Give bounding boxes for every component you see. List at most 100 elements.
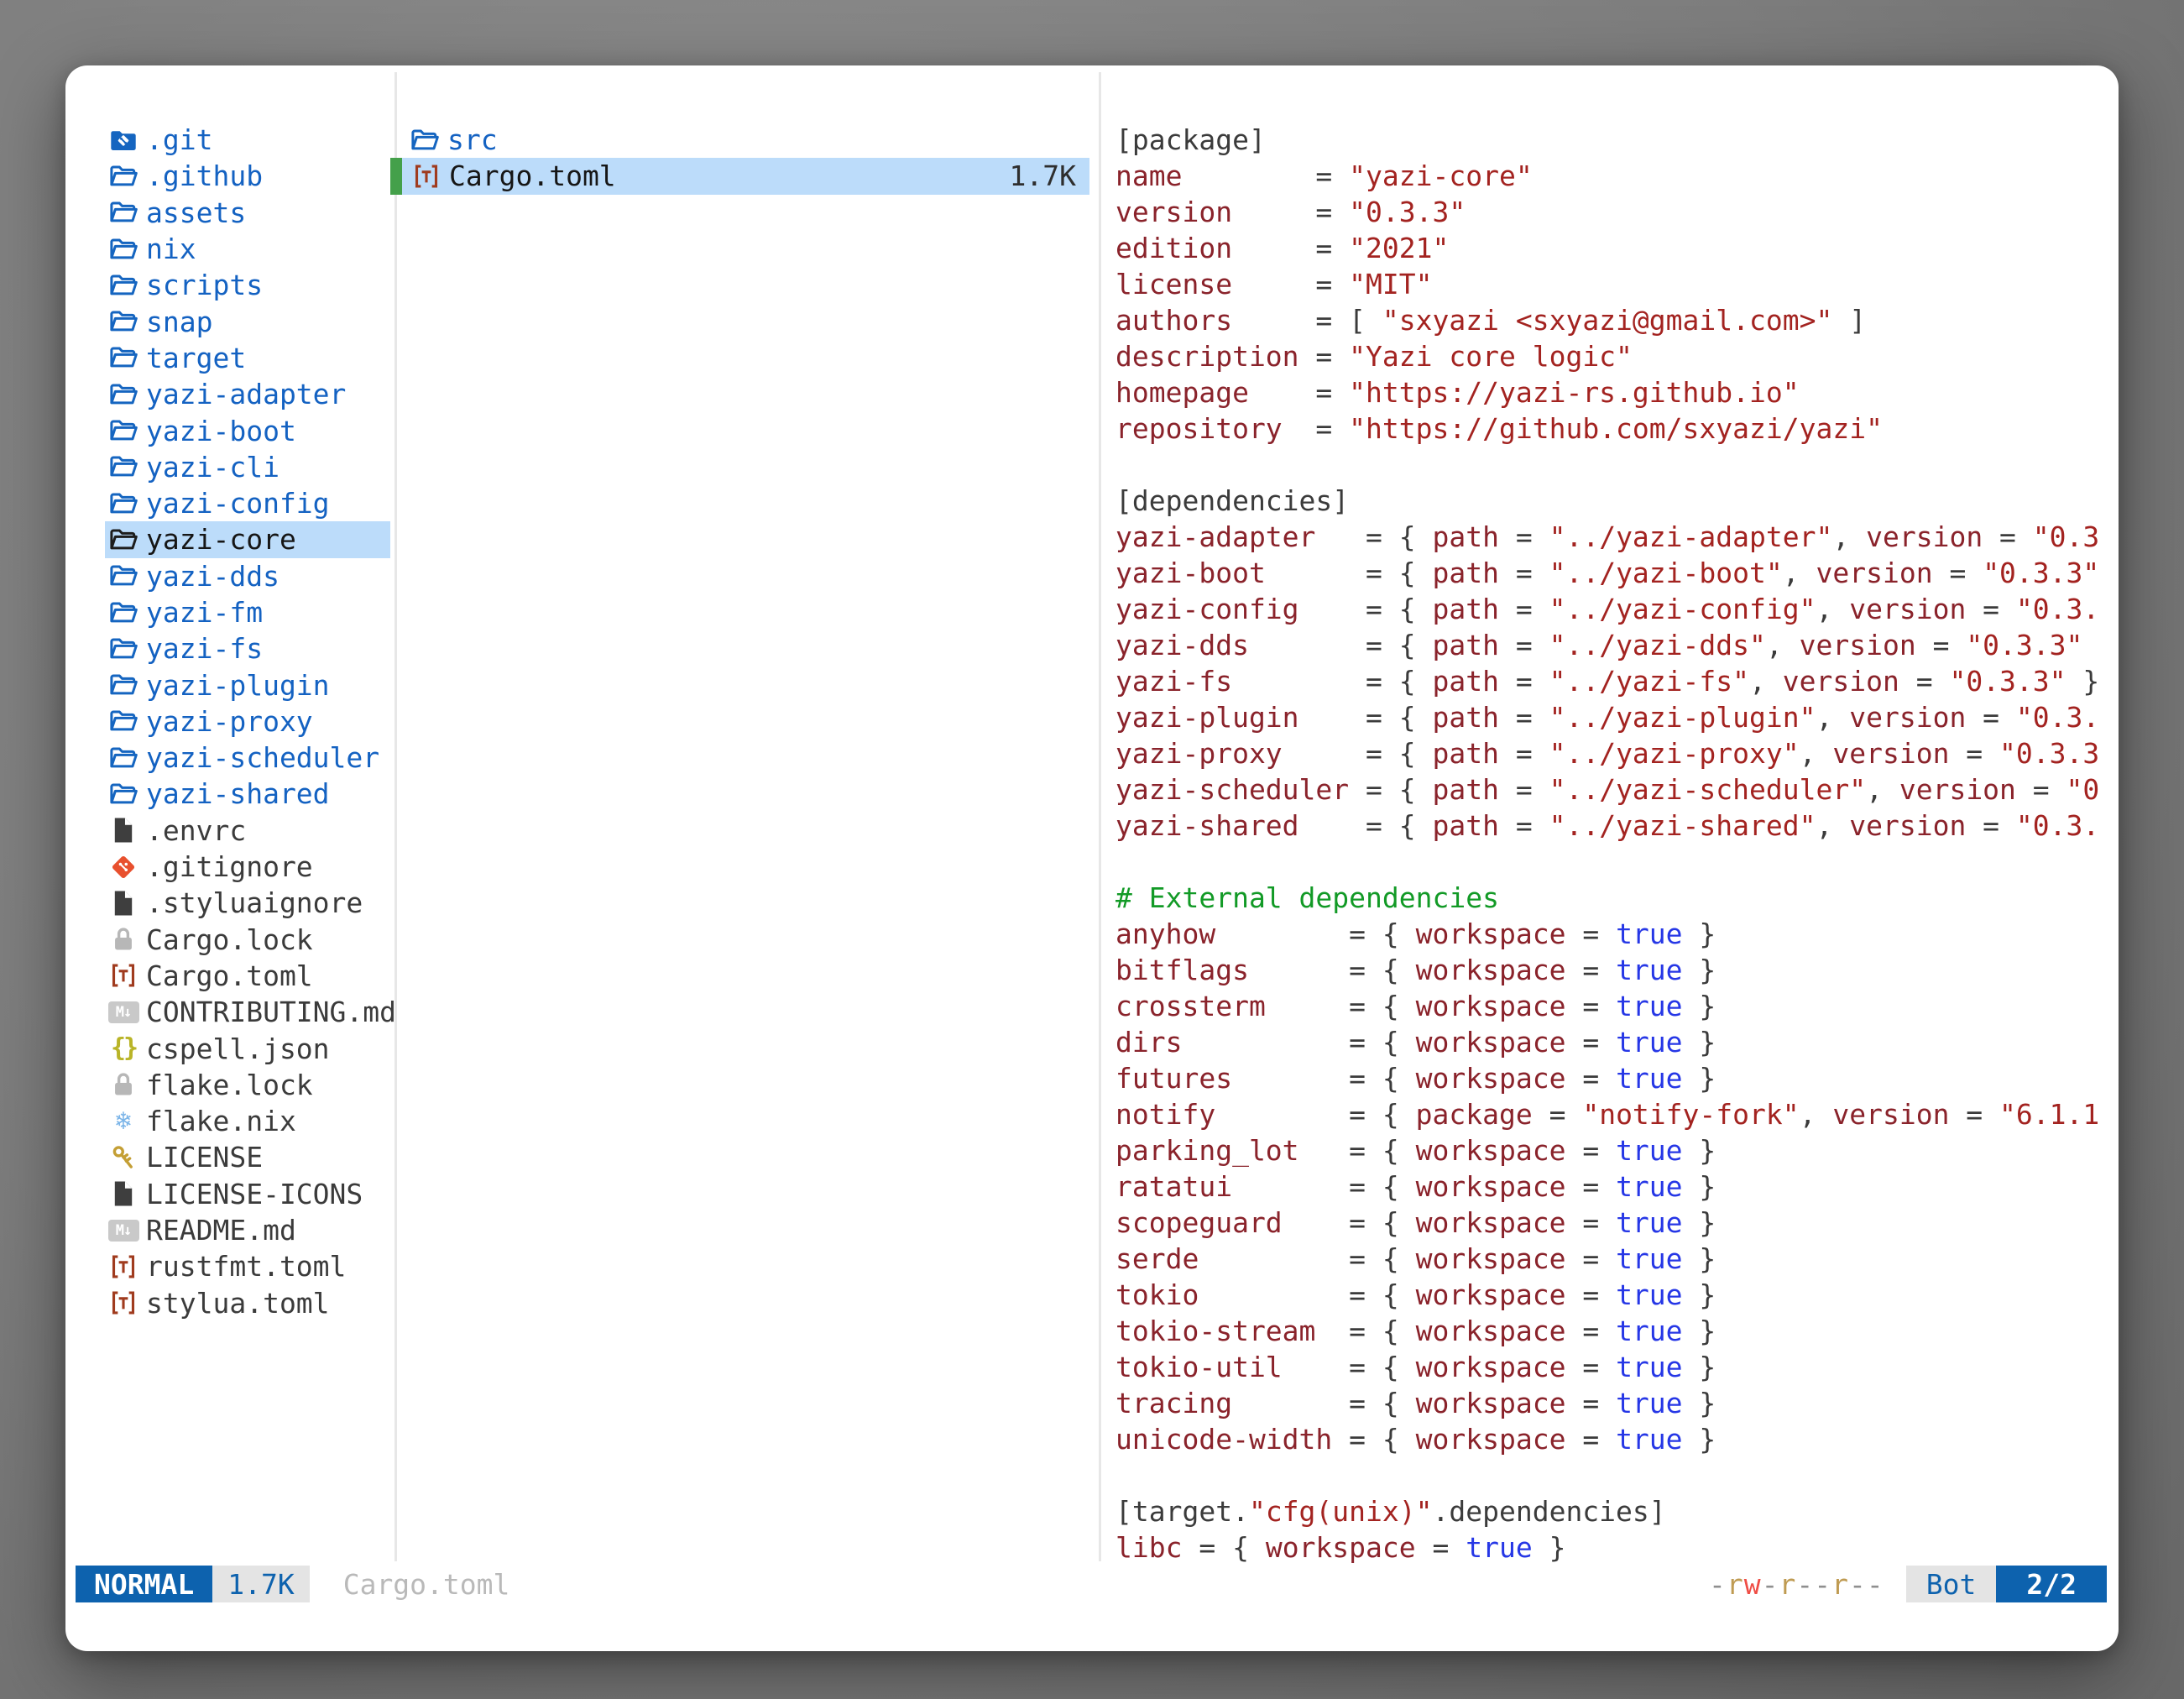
folder-open-icon: [107, 596, 139, 630]
toml-code-line: [1116, 1457, 2116, 1493]
toml-code-line: bitflags = { workspace = true }: [1116, 952, 2116, 988]
sidebar-item-github[interactable]: .github: [105, 158, 390, 194]
toml-code-line: tokio = { workspace = true }: [1116, 1277, 2116, 1313]
toml-icon: [107, 959, 139, 992]
sidebar-item-readme-md[interactable]: M↓README.md: [105, 1212, 390, 1248]
toml-code-line: yazi-proxy = { path = "../yazi-proxy", v…: [1116, 735, 2116, 771]
sidebar-item-yazi-config[interactable]: yazi-config: [105, 485, 390, 521]
toml-code-line: name = "yazi-core": [1116, 158, 2116, 194]
toml-code-line: yazi-plugin = { path = "../yazi-plugin",…: [1116, 699, 2116, 735]
status-left: NORMAL 1.7K Cargo.toml: [76, 1566, 509, 1602]
sidebar-item-scripts[interactable]: scripts: [105, 267, 390, 303]
file-name: yazi-fs: [146, 632, 263, 665]
folder-open-icon: [107, 704, 139, 738]
sidebar-item-envrc[interactable]: .envrc: [105, 813, 390, 849]
sidebar-item-rustfmt-toml[interactable]: rustfmt.toml: [105, 1248, 390, 1284]
folder-open-icon: [107, 632, 139, 666]
toml-code-line: license = "MIT": [1116, 266, 2116, 302]
file-name: yazi-shared: [146, 777, 330, 810]
sidebar-item-license-icons[interactable]: LICENSE-ICONS: [105, 1176, 390, 1212]
sidebar-item-yazi-core[interactable]: yazi-core: [105, 521, 390, 557]
sidebar-item-yazi-adapter[interactable]: yazi-adapter: [105, 376, 390, 412]
folder-open-icon: [107, 523, 139, 557]
toml-code-line: yazi-fs = { path = "../yazi-fs", version…: [1116, 663, 2116, 699]
sidebar-item-flake-lock[interactable]: flake.lock: [105, 1067, 390, 1103]
sidebar-item-yazi-proxy[interactable]: yazi-proxy: [105, 703, 390, 740]
markdown-icon: M↓: [107, 1214, 139, 1247]
file-counter-badge: 2/2: [1996, 1566, 2107, 1602]
file-name: README.md: [146, 1214, 296, 1247]
yazi-window: .git.githubassetsnixscriptssnaptargetyaz…: [65, 65, 2119, 1651]
sidebar-item-styluaignore[interactable]: .styluaignore: [105, 885, 390, 921]
sidebar-item-yazi-cli[interactable]: yazi-cli: [105, 449, 390, 485]
sidebar-item-yazi-boot[interactable]: yazi-boot: [105, 412, 390, 448]
folder-open-icon: [107, 668, 139, 702]
json-braces-icon: {}: [107, 1032, 139, 1065]
file-permissions: -rw-r--r--: [1709, 1568, 1884, 1601]
toml-code-line: yazi-adapter = { path = "../yazi-adapter…: [1116, 519, 2116, 555]
folder-open-icon: [107, 450, 139, 484]
toml-code-line: [1116, 844, 2116, 880]
file-name: .github: [146, 159, 263, 192]
toml-code-line: notify = { package = "notify-fork", vers…: [1116, 1096, 2116, 1132]
file-name: stylua.toml: [146, 1287, 330, 1320]
folder-open-icon: [107, 741, 139, 775]
sidebar-item-cspell-json[interactable]: {}cspell.json: [105, 1030, 390, 1066]
file-row-src[interactable]: src: [390, 122, 1089, 158]
toml-code-line: yazi-boot = { path = "../yazi-boot", ver…: [1116, 555, 2116, 591]
mode-badge: NORMAL: [76, 1566, 212, 1602]
toml-code-line: tokio-stream = { workspace = true }: [1116, 1313, 2116, 1349]
toml-code-line: repository = "https://github.com/sxyazi/…: [1116, 410, 2116, 447]
toml-code-line: yazi-shared = { path = "../yazi-shared",…: [1116, 808, 2116, 844]
file-name: flake.lock: [146, 1069, 313, 1101]
file-name: snap: [146, 306, 212, 338]
lock-icon: [107, 923, 139, 956]
file-name: .gitignore: [146, 850, 313, 883]
git-badge-icon: [107, 850, 139, 884]
toml-code-line: dirs = { workspace = true }: [1116, 1024, 2116, 1060]
file-row-cargo-toml[interactable]: Cargo.toml1.7K: [390, 158, 1089, 194]
sidebar-item-snap[interactable]: snap: [105, 303, 390, 339]
sidebar-item-nix[interactable]: nix: [105, 231, 390, 267]
file-name: flake.nix: [146, 1105, 296, 1137]
sidebar-item-flake-nix[interactable]: ❄flake.nix: [105, 1103, 390, 1139]
file-name: target: [146, 342, 246, 374]
sidebar-item-cargo-lock[interactable]: Cargo.lock: [105, 922, 390, 958]
sidebar-item-license[interactable]: LICENSE: [105, 1139, 390, 1175]
sidebar-item-git[interactable]: .git: [105, 122, 390, 158]
file-name: Cargo.toml: [449, 159, 616, 192]
sidebar-item-yazi-shared[interactable]: yazi-shared: [105, 776, 390, 812]
desktop-background: .git.githubassetsnixscriptssnaptargetyaz…: [0, 0, 2184, 1699]
sidebar-item-contributing-md[interactable]: M↓CONTRIBUTING.md: [105, 994, 390, 1030]
toml-code-line: [dependencies]: [1116, 483, 2116, 519]
file-icon: [107, 1177, 139, 1210]
sidebar-item-yazi-dds[interactable]: yazi-dds: [105, 558, 390, 594]
file-name: CONTRIBUTING.md: [146, 996, 396, 1028]
file-name: src: [447, 123, 498, 156]
toml-code-line: ratatui = { workspace = true }: [1116, 1168, 2116, 1205]
sidebar-item-target[interactable]: target: [105, 340, 390, 376]
toml-icon: [107, 1250, 139, 1283]
file-preview-pane: [package]name = "yazi-core"version = "0.…: [1116, 122, 2116, 1566]
sidebar-item-yazi-fm[interactable]: yazi-fm: [105, 594, 390, 630]
file-name: LICENSE: [146, 1141, 263, 1174]
toml-code-line: description = "Yazi core logic": [1116, 338, 2116, 374]
scroll-position-badge: Bot: [1906, 1566, 1997, 1602]
file-name: yazi-dds: [146, 560, 280, 593]
sidebar-item-assets[interactable]: assets: [105, 195, 390, 231]
sidebar-item-gitignore[interactable]: .gitignore: [105, 849, 390, 885]
toml-icon: [410, 159, 442, 193]
pane-separator-right: [1099, 72, 1101, 1561]
toml-code-line: [target."cfg(unix)".dependencies]: [1116, 1493, 2116, 1529]
toml-code-line: tracing = { workspace = true }: [1116, 1385, 2116, 1421]
folder-open-icon: [107, 305, 139, 338]
sidebar-item-yazi-scheduler[interactable]: yazi-scheduler: [105, 740, 390, 776]
toml-code-line: [package]: [1116, 122, 2116, 158]
toml-code-line: serde = { workspace = true }: [1116, 1241, 2116, 1277]
sidebar-item-yazi-fs[interactable]: yazi-fs: [105, 630, 390, 667]
toml-code-line: parking_lot = { workspace = true }: [1116, 1132, 2116, 1168]
sidebar-item-stylua-toml[interactable]: stylua.toml: [105, 1285, 390, 1321]
sidebar-item-cargo-toml[interactable]: Cargo.toml: [105, 958, 390, 994]
toml-code-line: # External dependencies: [1116, 880, 2116, 916]
sidebar-item-yazi-plugin[interactable]: yazi-plugin: [105, 667, 390, 703]
